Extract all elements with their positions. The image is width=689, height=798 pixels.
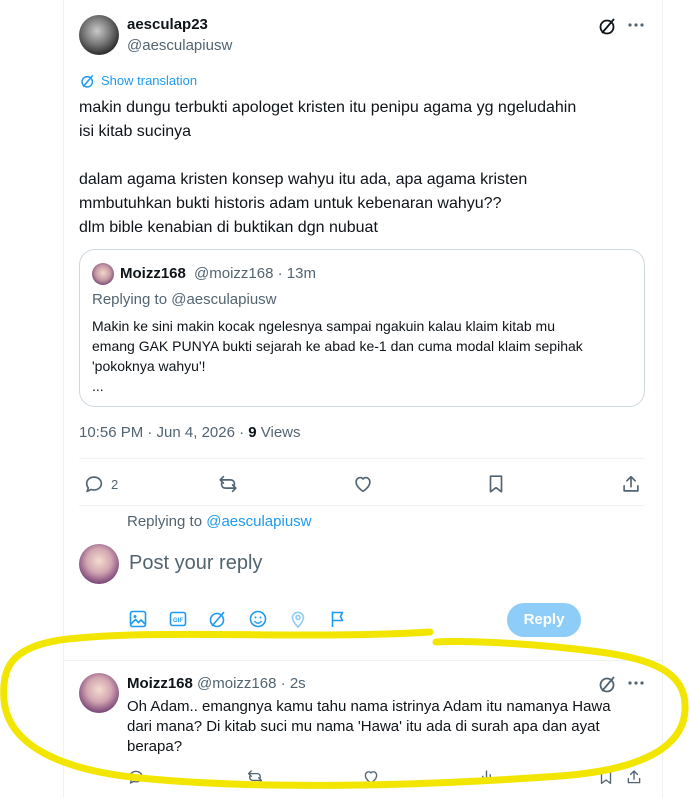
quote-handle: @moizz168 xyxy=(194,265,274,282)
quote-avatar xyxy=(92,263,114,285)
quote-text: Makin ke sini makin kocak ngelesnya samp… xyxy=(92,318,583,394)
bookmark-icon[interactable] xyxy=(485,473,507,500)
reply-more-options-icon[interactable] xyxy=(627,674,645,697)
reply-header: Moizz168 @moizz168 · 2s xyxy=(127,675,306,692)
reply-like-icon[interactable] xyxy=(362,768,380,791)
post-text-line xyxy=(79,144,649,168)
quote-time: 13m xyxy=(286,265,316,282)
grok-icon[interactable] xyxy=(598,16,618,36)
reply-input[interactable]: Post your reply xyxy=(129,552,629,580)
reply-grok-icon[interactable] xyxy=(598,674,618,699)
divider xyxy=(79,505,645,506)
post-text-line: dalam agama kristen konsep wahyu itu ada… xyxy=(79,171,528,188)
composer-avatar xyxy=(79,544,119,584)
emoji-icon[interactable] xyxy=(248,609,268,634)
translate-icon xyxy=(80,73,96,94)
post-timestamp[interactable]: 10:56 PM · Jun 4, 2026 · 9 Views xyxy=(79,424,301,441)
divider xyxy=(79,458,645,459)
reply-author-name[interactable]: Moizz168 xyxy=(127,675,193,692)
composer-replying-to: Replying to @aesculapiusw xyxy=(127,513,312,530)
reply-button[interactable]: Reply xyxy=(507,603,581,637)
share-icon[interactable] xyxy=(620,473,642,500)
reply-reply-icon[interactable] xyxy=(127,768,145,791)
show-translation-link[interactable]: Show translation xyxy=(101,73,197,88)
views-count: 9 xyxy=(248,424,257,441)
post-text-line: mmbutuhkan bukti historis adam untuk keb… xyxy=(79,195,502,212)
location-icon[interactable] xyxy=(288,609,308,634)
like-icon[interactable] xyxy=(352,473,374,500)
reply-share-icon[interactable] xyxy=(625,768,643,791)
post-text-line: isi kitab sucinya xyxy=(79,123,192,140)
quote-name: Moizz168 xyxy=(120,265,186,282)
gif-icon[interactable]: GIF xyxy=(168,609,188,634)
quote-replying-handle: @aesculapiusw xyxy=(171,291,277,308)
composer-replying-handle[interactable]: @aesculapiusw xyxy=(206,513,311,530)
reply-time[interactable]: 2s xyxy=(290,675,306,692)
reply-views-icon[interactable] xyxy=(479,768,497,791)
divider xyxy=(63,660,663,661)
reply-author-handle[interactable]: @moizz168 xyxy=(197,675,276,692)
reply-count: 2 xyxy=(111,476,119,492)
reply-action[interactable]: 2 xyxy=(83,473,118,495)
media-icon[interactable] xyxy=(128,609,148,634)
post-text-line: dlm bible kenabian di buktikan dgn nubua… xyxy=(79,219,378,236)
reply-bookmark-icon[interactable] xyxy=(597,768,615,791)
post-text-line: makin dungu terbukti apologet kristen it… xyxy=(79,99,577,116)
author-name[interactable]: aesculap23 xyxy=(127,16,208,33)
more-options-icon[interactable] xyxy=(627,16,645,34)
reply-text: Oh Adam.. emangnya kamu tahu nama istrin… xyxy=(127,698,611,755)
svg-text:GIF: GIF xyxy=(173,618,183,624)
quoted-post-card[interactable]: Moizz168 @moizz168 · 13m Replying to @ae… xyxy=(79,249,645,407)
quote-replying-to: Replying to @aesculapiusw xyxy=(92,291,277,308)
reply-icon xyxy=(85,476,103,493)
author-avatar[interactable] xyxy=(79,15,119,55)
author-handle[interactable]: @aesculapiusw xyxy=(127,37,232,54)
grok-compose-icon[interactable] xyxy=(208,609,228,634)
flag-icon[interactable] xyxy=(328,609,348,634)
quote-handle-time: @moizz168 · 13m xyxy=(194,265,316,282)
post-text: makin dungu terbukti apologet kristen it… xyxy=(79,96,649,240)
reply-author-avatar[interactable] xyxy=(79,673,119,713)
reply-repost-icon[interactable] xyxy=(246,768,264,791)
repost-icon[interactable] xyxy=(217,473,239,500)
